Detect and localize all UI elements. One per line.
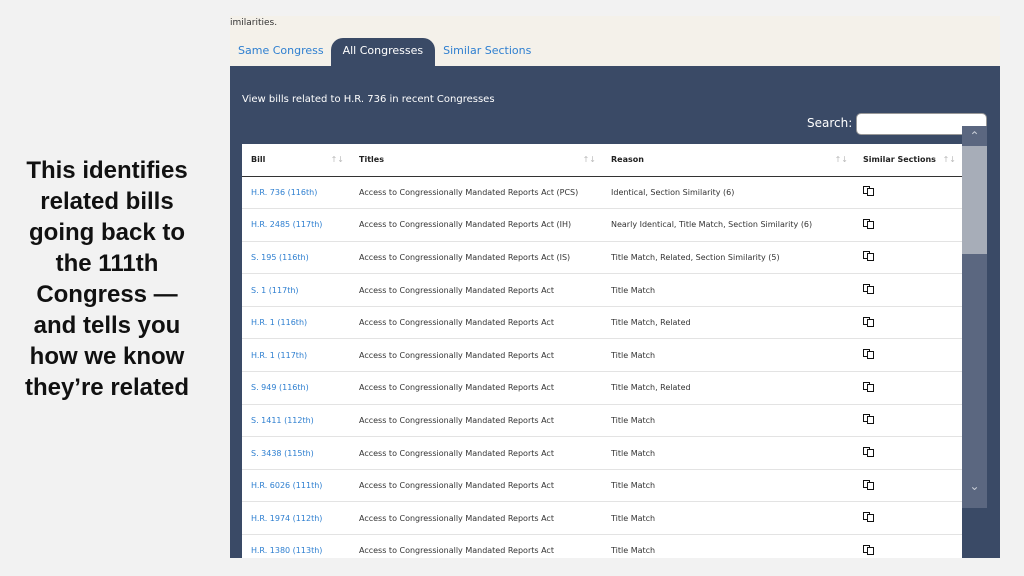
bill-title: Access to Congressionally Mandated Repor… [350,241,602,275]
table-body: H.R. 736 (116th) Access to Congressionall… [242,176,962,558]
scrollbar-thumb[interactable] [962,146,987,254]
compare-sections-icon[interactable] [863,414,874,425]
similar-sections-cell [854,371,962,405]
compare-sections-icon[interactable] [863,316,874,327]
table-row: S. 1 (117th) Access to Congressionally Ma… [242,273,962,307]
table-row: H.R. 2485 (117th) Access to Congressional… [242,208,962,242]
tab-similar-sections[interactable]: Similar Sections [435,38,538,66]
bill-link[interactable]: H.R. 1974 (112th) [242,501,350,536]
slide-caption: This identifies related bills going back… [24,157,190,401]
sort-icon: ↑↓ [582,155,596,164]
table-row: H.R. 1 (116th) Access to Congressionally … [242,306,962,340]
relation-reason: Title Match [602,501,854,536]
relation-reason: Identical, Section Similarity (6) [602,176,854,210]
compare-sections-icon[interactable] [863,512,874,523]
bill-link[interactable]: H.R. 1380 (113th) [242,534,350,558]
table-row: H.R. 1974 (112th) Access to Congressional… [242,501,962,536]
bill-title: Access to Congressionally Mandated Repor… [350,469,602,503]
bill-title: Access to Congressionally Mandated Repor… [350,436,602,470]
chevron-down-icon[interactable]: ⌄ [962,476,987,496]
bill-title: Access to Congressionally Mandated Repor… [350,501,602,536]
compare-sections-icon[interactable] [863,349,874,360]
relation-reason: Title Match, Related [602,371,854,405]
search-label: Search: [807,116,853,130]
bill-title: Access to Congressionally Mandated Repor… [350,176,602,210]
similar-sections-cell [854,404,962,438]
compare-sections-icon[interactable] [863,447,874,458]
bill-title: Access to Congressionally Mandated Repor… [350,208,602,242]
column-header-bill[interactable]: Bill ↑↓ [242,144,350,177]
table-row: S. 195 (116th) Access to Congressionally … [242,241,962,275]
relation-reason: Title Match [602,469,854,503]
bill-link[interactable]: S. 195 (116th) [242,241,350,275]
compare-sections-icon[interactable] [863,218,874,229]
compare-sections-icon[interactable] [863,284,874,295]
bill-link[interactable]: S. 1411 (112th) [242,404,350,438]
table-header-row: Bill ↑↓ Titles ↑↓ Reason ↑↓ Similar Section… [242,144,962,177]
table-row: H.R. 1 (117th) Access to Congressionally … [242,338,962,373]
similar-sections-cell [854,501,962,536]
table-row: H.R. 736 (116th) Access to Congressionall… [242,176,962,210]
sort-icon: ↑↓ [330,155,344,164]
similar-sections-cell [854,436,962,470]
chevron-up-icon[interactable]: ⌃ [962,126,987,146]
table-row: S. 1411 (112th) Access to Congressionally… [242,404,962,438]
bill-link[interactable]: H.R. 6026 (111th) [242,469,350,503]
bill-title: Access to Congressionally Mandated Repor… [350,534,602,558]
table-row: H.R. 6026 (111th) Access to Congressional… [242,469,962,503]
relation-reason: Title Match, Related [602,306,854,340]
relation-reason: Title Match [602,404,854,438]
panel-description: View bills related to H.R. 736 in recent… [242,94,495,105]
table-row: S. 3438 (115th) Access to Congressionally… [242,436,962,470]
similar-sections-cell [854,208,962,242]
compare-sections-icon[interactable] [863,381,874,392]
column-header-titles[interactable]: Titles ↑↓ [350,144,602,177]
compare-sections-icon[interactable] [863,479,874,490]
truncated-intro-text: imilarities. [230,18,278,28]
relation-reason: Title Match [602,436,854,470]
similar-sections-cell [854,241,962,275]
bill-link[interactable]: H.R. 1 (117th) [242,338,350,373]
table-row: H.R. 1380 (113th) Access to Congressional… [242,534,962,558]
sort-icon: ↑↓ [942,155,956,164]
bill-title: Access to Congressionally Mandated Repor… [350,404,602,438]
bill-link[interactable]: H.R. 2485 (117th) [242,208,350,242]
tab-all-congresses[interactable]: All Congresses [330,38,436,66]
compare-sections-icon[interactable] [863,251,874,262]
relation-reason: Title Match [602,534,854,558]
table-row: S. 949 (116th) Access to Congressionally … [242,371,962,405]
similar-sections-cell [854,273,962,307]
similar-sections-cell [854,306,962,340]
bill-link[interactable]: H.R. 1 (116th) [242,306,350,340]
bill-title: Access to Congressionally Mandated Repor… [350,338,602,373]
related-bills-table-container: Bill ↑↓ Titles ↑↓ Reason ↑↓ Similar Section… [242,144,962,558]
column-header-reason[interactable]: Reason ↑↓ [602,144,854,177]
bill-link[interactable]: S. 949 (116th) [242,371,350,405]
tab-same-congress[interactable]: Same Congress [230,38,331,66]
bill-title: Access to Congressionally Mandated Repor… [350,306,602,340]
similar-sections-cell [854,338,962,373]
relation-reason: Title Match [602,338,854,373]
bill-title: Access to Congressionally Mandated Repor… [350,371,602,405]
bill-title: Access to Congressionally Mandated Repor… [350,273,602,307]
compare-sections-icon[interactable] [863,544,874,555]
compare-sections-icon[interactable] [863,186,874,197]
bill-link[interactable]: H.R. 736 (116th) [242,176,350,210]
results-panel: View bills related to H.R. 736 in recent… [230,66,1000,558]
relation-reason: Nearly Identical, Title Match, Section S… [602,208,854,242]
related-bills-table: Bill ↑↓ Titles ↑↓ Reason ↑↓ Similar Section… [242,144,962,558]
column-header-similar-sections[interactable]: Similar Sections ↑↓ [854,144,962,177]
bill-link[interactable]: S. 1 (117th) [242,273,350,307]
relation-reason: Title Match [602,273,854,307]
similar-sections-cell [854,469,962,503]
bill-link[interactable]: S. 3438 (115th) [242,436,350,470]
related-bills-screenshot: imilarities. Same Congress All Congresse… [230,16,1000,558]
sort-icon: ↑↓ [834,155,848,164]
similar-sections-cell [854,534,962,558]
table-scrollbar[interactable]: ⌃ ⌄ [962,126,987,508]
tab-bar: Same Congress All Congresses Similar Sec… [230,38,538,66]
relation-reason: Title Match, Related, Section Similarity… [602,241,854,275]
similar-sections-cell [854,176,962,210]
